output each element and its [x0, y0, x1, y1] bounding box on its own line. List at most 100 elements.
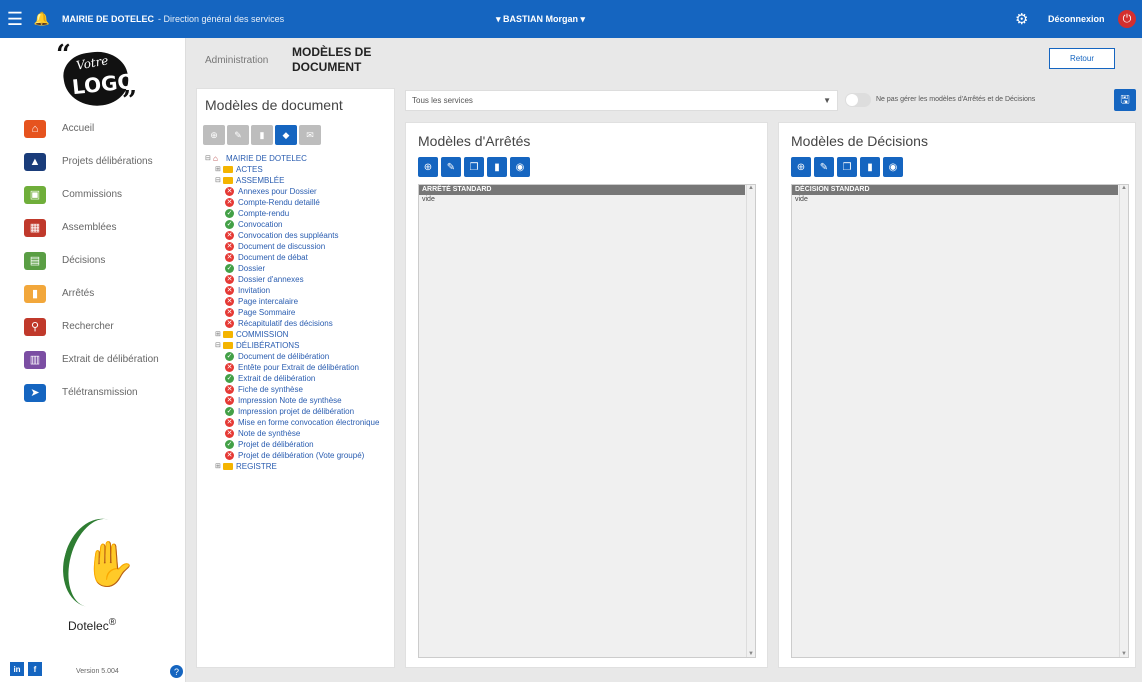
sidebar-item-assembl-es[interactable]: ▦ Assemblées [0, 211, 186, 244]
copy-icon[interactable]: ❐ [464, 157, 484, 177]
view-icon[interactable]: ◉ [883, 157, 903, 177]
sidebar-item-accueil[interactable]: ⌂ Accueil [0, 112, 186, 145]
tree-item[interactable]: ✓ Compte-rendu [205, 208, 393, 219]
tree-folder[interactable]: ⊟ ASSEMBLÉE [205, 175, 393, 186]
cross-icon: ✕ [225, 286, 234, 295]
facebook-icon[interactable]: f [28, 662, 42, 676]
back-button[interactable]: Retour [1049, 48, 1115, 69]
tree-item[interactable]: ✕ Page Sommaire [205, 307, 393, 318]
power-icon[interactable]: ⏻ [1118, 10, 1136, 28]
cross-icon: ✕ [225, 418, 234, 427]
tree-item[interactable]: ✕ Mise en forme convocation électronique [205, 417, 393, 428]
save-icon[interactable]: 🖫 [1114, 89, 1136, 111]
expander-icon[interactable]: ⊟ [215, 340, 223, 351]
check-icon: ✓ [225, 264, 234, 273]
hamburger-icon[interactable]: ☰ [0, 0, 30, 38]
expander-icon[interactable]: ⊞ [215, 164, 223, 175]
view-icon[interactable]: ◉ [510, 157, 530, 177]
tree-label: Document de délibération [238, 352, 330, 361]
user-menu[interactable]: ▾ BASTIAN Morgan ▾ [496, 14, 585, 25]
tree-item[interactable]: ✕ Fiche de synthèse [205, 384, 393, 395]
check-icon: ✓ [225, 440, 234, 449]
folder-icon [223, 463, 233, 470]
tree-folder[interactable]: ⊞ COMMISSION [205, 329, 393, 340]
add-icon[interactable]: ⊕ [203, 125, 225, 145]
add-icon[interactable]: ⊕ [418, 157, 438, 177]
help-icon[interactable]: ? [170, 665, 183, 678]
copy-icon[interactable]: ❐ [837, 157, 857, 177]
list-item[interactable]: DÉCISION STANDARD [792, 185, 1118, 195]
sidebar-item-extrait-de-d-lib-ration[interactable]: ▥ Extrait de délibération [0, 343, 186, 376]
tree-folder[interactable]: ⊟ DÉLIBÉRATIONS [205, 340, 393, 351]
sidebar-item-rechercher[interactable]: ⚲ Rechercher [0, 310, 186, 343]
tree-item[interactable]: ✕ Convocation des suppléants [205, 230, 393, 241]
tree-item[interactable]: ✓ Projet de délibération [205, 439, 393, 450]
cross-icon: ✕ [225, 198, 234, 207]
sidebar-item-label: Commissions [62, 189, 123, 200]
delete-icon[interactable]: ▮ [251, 125, 273, 145]
expander-icon[interactable]: ⊟ [205, 153, 213, 164]
tree-item[interactable]: ✓ Extrait de délibération [205, 373, 393, 384]
folder-icon [223, 331, 233, 338]
add-icon[interactable]: ⊕ [791, 157, 811, 177]
document-tree: ⊟ ⌂ MAIRIE DE DOTELEC ⊞ ACTES ⊟ ASSEMBLÉE ✕ Anne… [205, 153, 393, 472]
delete-icon[interactable]: ▮ [860, 157, 880, 177]
service-select[interactable]: Tous les services ▼ [405, 90, 838, 111]
sidebar-item-projets-d-lib-rations[interactable]: ▲ Projets délibérations [0, 145, 186, 178]
document-edit-icon: ▤ [24, 251, 46, 270]
edit-icon[interactable]: ✎ [814, 157, 834, 177]
tree-folder[interactable]: ⊟ ⌂ MAIRIE DE DOTELEC [205, 153, 393, 164]
tag-icon[interactable]: ◆ [275, 125, 297, 145]
panel-title: Modèles de Décisions [791, 133, 928, 149]
list-item[interactable]: vide [419, 195, 755, 204]
expander-icon[interactable]: ⊟ [215, 175, 223, 186]
tree-label: Projet de délibération [238, 440, 314, 449]
tree-item[interactable]: ✕ Compte-Rendu detaillé [205, 197, 393, 208]
cross-icon: ✕ [225, 308, 234, 317]
tree-item[interactable]: ✕ Récapitulatif des décisions [205, 318, 393, 329]
sidebar-item-label: Extrait de délibération [62, 354, 159, 365]
cross-icon: ✕ [225, 253, 234, 262]
sidebar-item-t-l-transmission[interactable]: ➤ Télétransmission [0, 376, 186, 409]
arretes-list[interactable]: ARRÊTÉ STANDARD vide ▲ ▼ [418, 184, 756, 658]
scrollbar[interactable]: ▲ ▼ [1119, 185, 1128, 657]
tree-item[interactable]: ✕ Page intercalaire [205, 296, 393, 307]
tree-item[interactable]: ✕ Document de débat [205, 252, 393, 263]
linkedin-icon[interactable]: in [10, 662, 24, 676]
tree-item[interactable]: ✓ Document de délibération [205, 351, 393, 362]
tree-item[interactable]: ✕ Projet de délibération (Vote groupé) [205, 450, 393, 461]
expander-icon[interactable]: ⊞ [215, 329, 223, 340]
sidebar-item-arr-t-s[interactable]: ▮ Arrêtés [0, 277, 186, 310]
sidebar-item-label: Rechercher [62, 321, 114, 332]
mail-icon[interactable]: ✉ [299, 125, 321, 145]
tree-item[interactable]: ✕ Entête pour Extrait de délibération [205, 362, 393, 373]
tree-item[interactable]: ✓ Dossier [205, 263, 393, 274]
tree-label: MAIRIE DE DOTELEC [226, 154, 307, 163]
scrollbar[interactable]: ▲ ▼ [746, 185, 755, 657]
tree-item[interactable]: ✕ Document de discussion [205, 241, 393, 252]
tree-item[interactable]: ✕ Annexes pour Dossier [205, 186, 393, 197]
manage-models-toggle[interactable] [845, 93, 871, 107]
delete-icon[interactable]: ▮ [487, 157, 507, 177]
edit-icon[interactable]: ✎ [441, 157, 461, 177]
gear-icon[interactable]: ⚙ [1015, 10, 1028, 28]
decisions-list[interactable]: DÉCISION STANDARD vide ▲ ▼ [791, 184, 1129, 658]
sidebar-item-commissions[interactable]: ▣ Commissions [0, 178, 186, 211]
logout-link[interactable]: Déconnexion [1048, 14, 1105, 24]
tree-item[interactable]: ✕ Impression Note de synthèse [205, 395, 393, 406]
sidebar-item-d-cisions[interactable]: ▤ Décisions [0, 244, 186, 277]
tree-item[interactable]: ✕ Dossier d'annexes [205, 274, 393, 285]
sidebar-item-label: Arrêtés [62, 288, 95, 299]
edit-icon[interactable]: ✎ [227, 125, 249, 145]
tree-item[interactable]: ✓ Impression projet de délibération [205, 406, 393, 417]
breadcrumb[interactable]: Administration [205, 55, 268, 66]
list-item[interactable]: vide [792, 195, 1128, 204]
list-item[interactable]: ARRÊTÉ STANDARD [419, 185, 745, 195]
tree-item[interactable]: ✓ Convocation [205, 219, 393, 230]
tree-folder[interactable]: ⊞ REGISTRE [205, 461, 393, 472]
tree-item[interactable]: ✕ Note de synthèse [205, 428, 393, 439]
tree-item[interactable]: ✕ Invitation [205, 285, 393, 296]
bell-icon[interactable]: 🔔 [30, 11, 54, 27]
tree-folder[interactable]: ⊞ ACTES [205, 164, 393, 175]
expander-icon[interactable]: ⊞ [215, 461, 223, 472]
